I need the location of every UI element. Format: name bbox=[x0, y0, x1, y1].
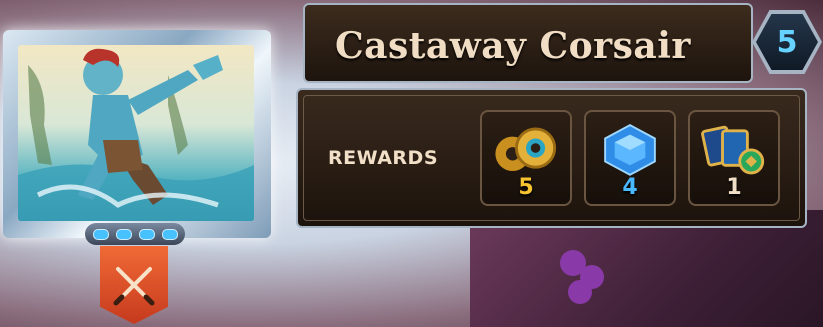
card-title: Castaway Corsair bbox=[335, 25, 691, 67]
level-gem bbox=[138, 228, 155, 240]
card-banner bbox=[100, 246, 168, 324]
grape-decoration bbox=[568, 280, 592, 304]
level-gem bbox=[161, 228, 178, 240]
reward-slot-coins[interactable]: 5 bbox=[480, 110, 572, 206]
reward-count-cards: 1 bbox=[726, 175, 742, 200]
reward-slot-gem[interactable]: 4 bbox=[584, 110, 676, 206]
card-art bbox=[18, 45, 254, 221]
coins-icon bbox=[495, 127, 557, 171]
card-level-gems bbox=[85, 223, 185, 245]
cards-icon bbox=[701, 125, 765, 175]
reward-slot-cards[interactable]: 1 bbox=[688, 110, 780, 206]
reward-count-coins: 5 bbox=[518, 175, 534, 200]
level-gem bbox=[92, 228, 109, 240]
rewards-label: REWARDS bbox=[328, 147, 439, 169]
gem-icon bbox=[604, 124, 656, 176]
reward-count-gem: 4 bbox=[622, 175, 638, 200]
crossed-swords-icon bbox=[113, 267, 155, 306]
level-gem bbox=[115, 228, 132, 240]
